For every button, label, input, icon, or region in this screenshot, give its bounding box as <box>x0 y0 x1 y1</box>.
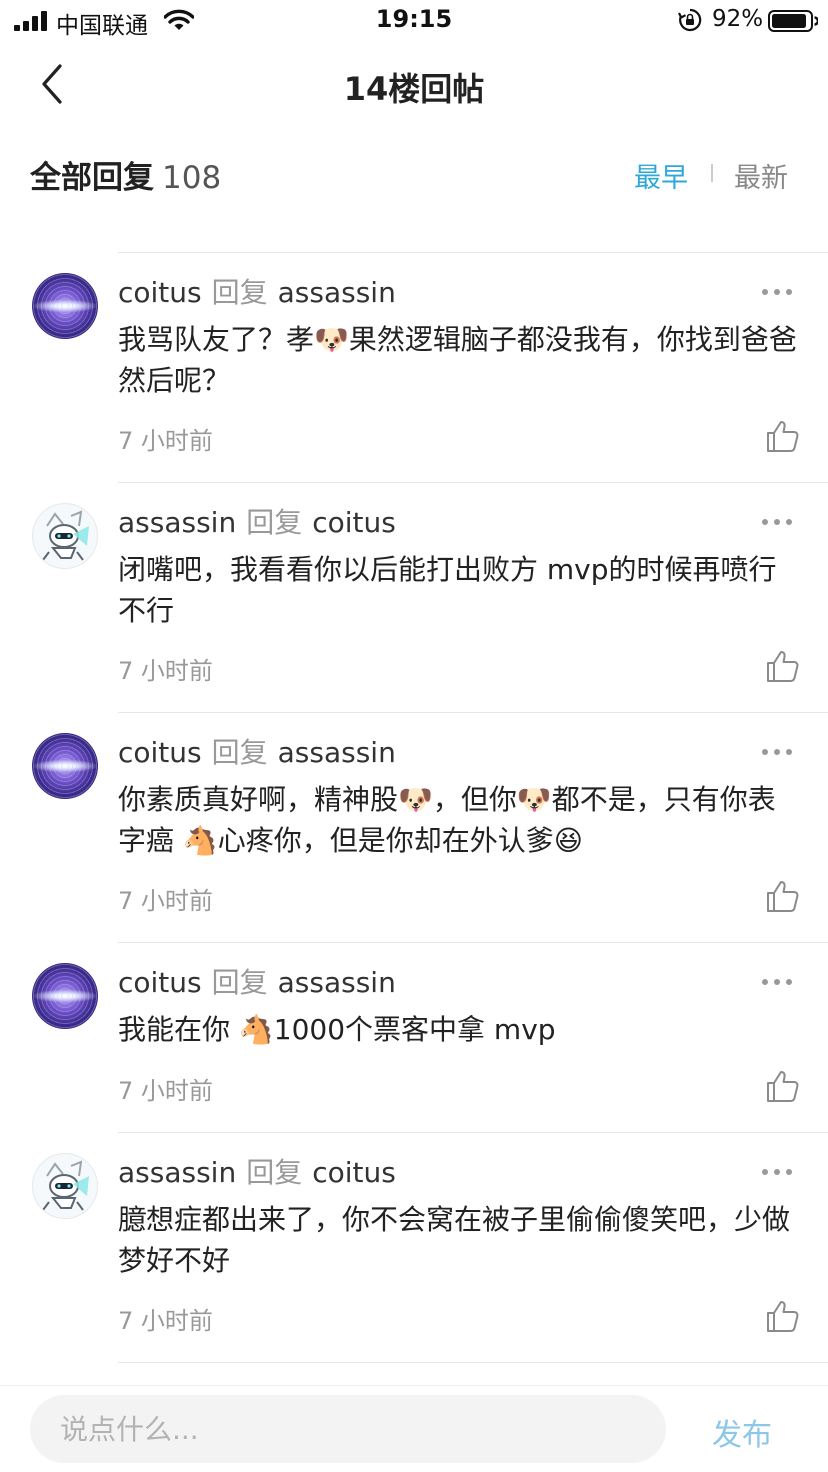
reply-word: 回复 <box>211 966 268 999</box>
reply-header: coitus 回复 assassin <box>118 961 396 1001</box>
reply-word: 回复 <box>211 276 268 309</box>
reply-target[interactable]: assassin <box>278 276 396 309</box>
reply-word: 回复 <box>246 1156 303 1189</box>
reply-word: 回复 <box>211 736 268 769</box>
avatar[interactable] <box>32 273 98 339</box>
sort-divider <box>711 164 713 182</box>
reply-time: 7 小时前 <box>118 1077 213 1105</box>
reply-time: 7 小时前 <box>118 1307 213 1335</box>
robot-avatar-icon <box>42 1160 89 1211</box>
thumbs-up-icon[interactable] <box>766 1069 800 1103</box>
reply-target[interactable]: assassin <box>278 736 396 769</box>
reply-target[interactable]: coitus <box>312 1156 396 1189</box>
battery-icon <box>768 10 818 32</box>
reply-item: assassin 回复 coitus 臆想症都出来了，你不会窝在被子里偷偷傻笑吧，少… <box>0 1133 828 1363</box>
reply-item: coitus 回复 assassin 我骂队友了？孝🐶果然逻辑脑子都没我有，你找到爸… <box>0 253 828 483</box>
comment-input[interactable] <box>30 1395 666 1463</box>
status-bar: 中国联通 19:15 92% <box>0 0 828 44</box>
reply-content: 你素质真好啊，精神股🐶，但你🐶都不是，只有你表字癌 🐴心疼你，但是你却在外认爹😆 <box>118 783 776 857</box>
reply-content: 臆想症都出来了，你不会窝在被子里偷偷傻笑吧，少做梦好不好 <box>118 1203 791 1277</box>
reply-author[interactable]: coitus <box>118 736 202 769</box>
reply-content: 我能在你 🐴1000个票客中拿 mvp <box>118 1013 556 1046</box>
robot-avatar-icon <box>42 510 89 561</box>
sort-latest-tab[interactable]: 最新 <box>734 156 788 195</box>
reply-item: assassin 回复 coitus 闭嘴吧，我看看你以后能打出败方 mvp的时候再… <box>0 483 828 713</box>
nav-bar: 14楼回帖 <box>0 44 828 126</box>
reply-item: coitus 回复 assassin 你素质真好啊，精神股🐶，但你🐶都不是，只有你表… <box>0 713 828 943</box>
orientation-lock-icon <box>678 8 702 32</box>
reply-header: coitus 回复 assassin <box>118 731 396 771</box>
avatar[interactable] <box>32 733 98 799</box>
publish-button[interactable]: 发布 <box>712 1410 772 1454</box>
more-options-icon[interactable] <box>762 519 792 527</box>
reply-time: 7 小时前 <box>118 657 213 685</box>
avatar[interactable] <box>32 963 98 1029</box>
thumbs-up-icon[interactable] <box>766 879 800 913</box>
reply-time: 7 小时前 <box>118 427 213 455</box>
reply-header: assassin 回复 coitus <box>118 501 396 541</box>
page-title: 14楼回帖 <box>343 70 485 108</box>
reply-author[interactable]: assassin <box>118 506 236 539</box>
more-options-icon[interactable] <box>762 289 792 297</box>
reply-count: 108 <box>162 160 222 196</box>
thumbs-up-icon[interactable] <box>766 1299 800 1333</box>
reply-header: assassin 回复 coitus <box>118 1151 396 1191</box>
reply-content: 闭嘴吧，我看看你以后能打出败方 mvp的时候再喷行不行 <box>118 553 777 627</box>
reply-item: coitus 回复 assassin 我能在你 🐴1000个票客中拿 mvp 7 小… <box>0 943 828 1133</box>
sort-earliest-tab[interactable]: 最早 <box>634 156 688 195</box>
reply-author[interactable]: assassin <box>118 1156 236 1189</box>
more-options-icon[interactable] <box>762 979 792 987</box>
battery-percent: 92% <box>712 6 764 32</box>
reply-content: 我骂队友了？孝🐶果然逻辑脑子都没我有，你找到爸爸然后呢？ <box>118 323 797 397</box>
avatar[interactable] <box>32 503 98 569</box>
reply-word: 回复 <box>246 506 303 539</box>
more-options-icon[interactable] <box>762 1169 792 1177</box>
reply-author[interactable]: coitus <box>118 966 202 999</box>
comment-composer: 发布 <box>0 1385 828 1472</box>
all-replies-label: 全部回复 <box>30 160 154 196</box>
reply-list[interactable]: · · · coitus回复assassin 我骂队友了？孝🐶果然逻辑脑子都没我… <box>0 190 828 1385</box>
reply-time: 7 小时前 <box>118 887 213 915</box>
reply-target[interactable]: assassin <box>278 966 396 999</box>
avatar[interactable] <box>32 1153 98 1219</box>
all-replies-heading: 全部回复 108 <box>30 152 221 197</box>
status-time: 19:15 <box>375 5 453 33</box>
more-options-icon[interactable] <box>762 749 792 757</box>
reply-target[interactable]: coitus <box>312 506 396 539</box>
reply-header: coitus 回复 assassin <box>118 271 396 311</box>
reply-filter-bar: 全部回复 108 最早 最新 <box>0 126 828 218</box>
reply-author[interactable]: coitus <box>118 276 202 309</box>
divider <box>118 1362 828 1363</box>
thumbs-up-icon[interactable] <box>766 419 800 453</box>
thumbs-up-icon[interactable] <box>766 649 800 683</box>
